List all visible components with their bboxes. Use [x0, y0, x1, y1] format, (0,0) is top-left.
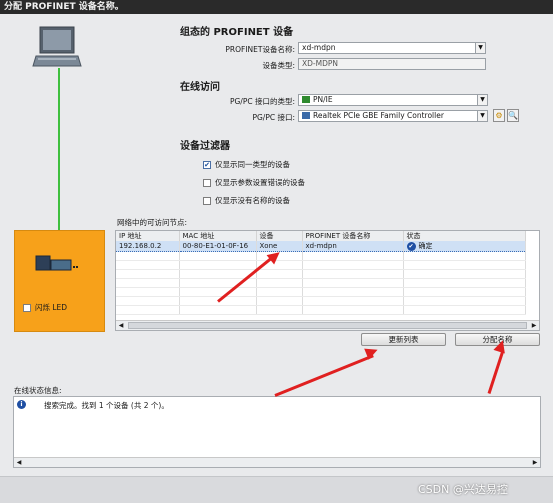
filter-wrong-params-label: 仅显示参数设置错误的设备 — [215, 178, 305, 187]
flash-led-checkbox[interactable] — [23, 303, 31, 312]
device-type-label: 设备类型: — [262, 61, 295, 70]
column-profinet-name[interactable]: PROFINET 设备名称 — [302, 231, 404, 241]
profinet-name-value: xd-mdpn — [302, 43, 336, 52]
cell-profinet-name: xd-mdpn — [302, 241, 404, 252]
filter-same-type-label: 仅显示同一类型的设备 — [215, 160, 290, 169]
table-row — [116, 296, 526, 306]
network-icon — [302, 96, 310, 103]
ok-check-icon: ✔ — [406, 242, 416, 251]
chevron-down-icon[interactable]: ▼ — [477, 95, 487, 105]
column-ip[interactable]: IP 地址 — [116, 231, 180, 241]
nodes-table: IP 地址 MAC 地址 设备 PROFINET 设备名称 状态 192.168… — [116, 231, 526, 315]
info-icon: i — [17, 400, 26, 409]
scroll-thumb[interactable] — [128, 322, 527, 329]
scroll-right-arrow[interactable]: ▶ — [530, 322, 538, 329]
chevron-down-icon[interactable]: ▼ — [475, 43, 485, 53]
status-heading: 在线状态信息: — [14, 386, 62, 395]
filter-no-name-checkbox[interactable] — [203, 196, 211, 205]
column-status[interactable]: 状态 — [403, 231, 526, 241]
table-row — [116, 251, 526, 261]
filter-option-no-name[interactable]: 仅显示没有名称的设备 — [203, 195, 290, 206]
profinet-name-label: PROFINET设备名称: — [225, 45, 295, 54]
window-title: 分配 PROFINET 设备名称。 — [0, 0, 553, 14]
table-row[interactable]: 192.168.0.2 00-80-E1-01-0F-16 Xone xd-md… — [116, 241, 526, 252]
filter-option-wrong-params[interactable]: 仅显示参数设置错误的设备 — [203, 177, 305, 188]
device-panel: 闪烁 LED — [14, 230, 105, 332]
cell-status: ✔ 确定 — [403, 241, 526, 252]
device-icon — [35, 255, 81, 271]
status-message: 搜索完成。找到 1 个设备 (共 2 个)。 — [44, 401, 169, 410]
column-device[interactable]: 设备 — [256, 231, 303, 241]
online-heading: 在线访问 — [180, 82, 220, 93]
nic-icon — [302, 112, 310, 119]
annotation-arrow — [487, 351, 505, 394]
iface-type-value: PN/IE — [313, 95, 333, 104]
table-row — [116, 287, 526, 297]
pc-icon — [32, 26, 82, 68]
filter-same-type-checkbox[interactable] — [203, 160, 211, 169]
profinet-name-dropdown[interactable]: xd-mdpn ▼ — [298, 42, 486, 54]
arrow-head — [493, 338, 509, 354]
filter-no-name-label: 仅显示没有名称的设备 — [215, 196, 290, 205]
table-header-row: IP 地址 MAC 地址 设备 PROFINET 设备名称 状态 — [116, 231, 526, 241]
column-mac[interactable]: MAC 地址 — [179, 231, 257, 241]
config-heading: 组态的 PROFINET 设备 — [180, 27, 294, 38]
status-panel: i 搜索完成。找到 1 个设备 (共 2 个)。 ◀ ▶ — [13, 396, 541, 468]
chevron-down-icon[interactable]: ▼ — [477, 111, 487, 121]
nodes-heading: 网络中的可访问节点: — [117, 218, 188, 227]
iface-type-dropdown[interactable]: PN/IE ▼ — [298, 94, 488, 106]
iface-dropdown[interactable]: Realtek PCIe GBE Family Controller ▼ — [298, 110, 488, 122]
table-row — [116, 305, 526, 315]
iface-type-label: PG/PC 接口的类型: — [229, 97, 295, 106]
table-row — [116, 269, 526, 279]
scroll-left-arrow[interactable]: ◀ — [15, 459, 23, 466]
cell-device: Xone — [256, 241, 303, 252]
device-type-field: XD-MDPN — [298, 58, 486, 70]
iface-value: Realtek PCIe GBE Family Controller — [313, 111, 444, 120]
dialog-client: 闪烁 LED 组态的 PROFINET 设备 PROFINET设备名称: xd-… — [0, 14, 553, 503]
search-icon[interactable]: 🔍 — [507, 109, 519, 122]
filter-wrong-params-checkbox[interactable] — [203, 178, 211, 187]
properties-icon[interactable]: ⚙ — [493, 109, 505, 122]
nodes-table-frame: IP 地址 MAC 地址 设备 PROFINET 设备名称 状态 192.168… — [115, 230, 540, 331]
flash-led-label: 闪烁 LED — [35, 303, 68, 312]
watermark: CSDN @兴达易控 — [418, 483, 508, 496]
table-scrollbar[interactable]: ◀ ▶ — [116, 320, 539, 330]
scroll-left-arrow[interactable]: ◀ — [117, 322, 125, 329]
cell-mac: 00-80-E1-01-0F-16 — [179, 241, 257, 252]
cell-ip: 192.168.0.2 — [116, 241, 180, 252]
status-scrollbar[interactable]: ◀ ▶ — [14, 457, 540, 467]
filter-heading: 设备过滤器 — [180, 141, 230, 152]
filter-option-same-type[interactable]: 仅显示同一类型的设备 — [203, 159, 290, 170]
flash-led-option[interactable]: 闪烁 LED — [23, 302, 67, 313]
iface-label: PG/PC 接口: — [252, 113, 295, 122]
table-row — [116, 278, 526, 288]
table-row — [116, 260, 526, 270]
status-text: 确定 — [418, 242, 433, 250]
scroll-right-arrow[interactable]: ▶ — [531, 459, 539, 466]
annotation-arrow — [274, 354, 374, 397]
